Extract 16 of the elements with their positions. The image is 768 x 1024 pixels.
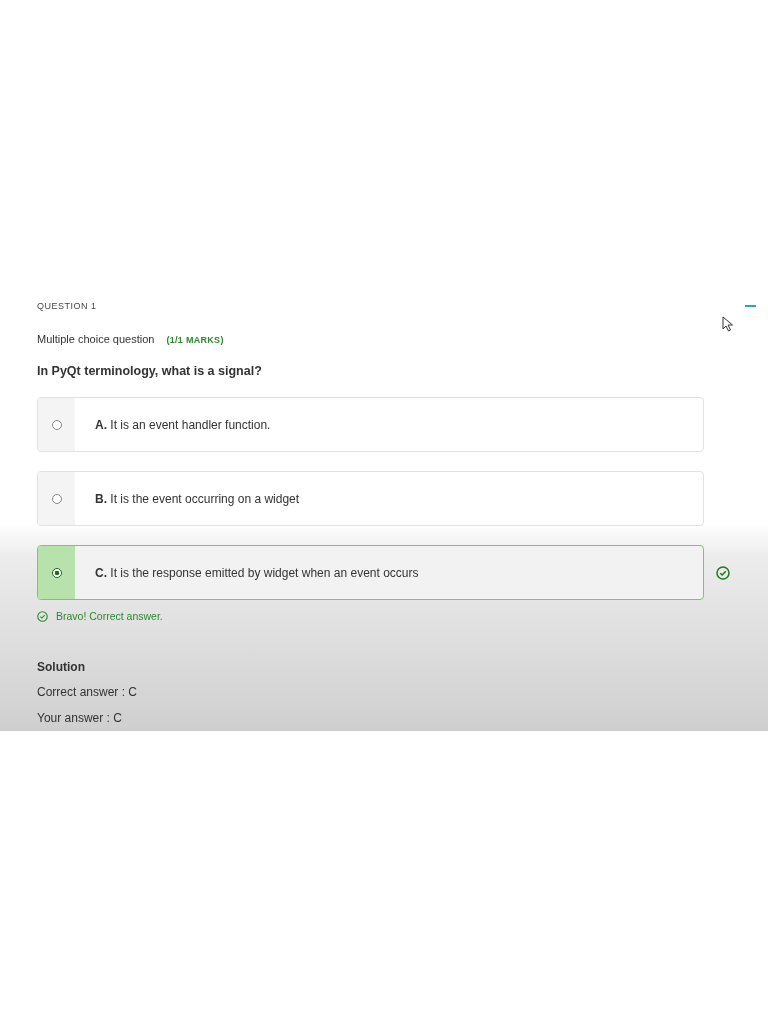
- radio-button[interactable]: [51, 419, 62, 430]
- radio-button[interactable]: [51, 567, 62, 578]
- correct-answer-text: Correct answer : C: [37, 685, 139, 699]
- feedback-message: Bravo! Correct answer.: [56, 610, 163, 622]
- mouse-cursor-icon: [722, 316, 734, 332]
- marks-label: (1/1 MARKS): [166, 335, 224, 345]
- answer-option[interactable]: C. It is the response emitted by widget when an event occurs: [37, 545, 704, 600]
- solution-heading: Solution: [37, 660, 86, 674]
- radio-button[interactable]: [51, 493, 62, 504]
- question-text: In PyQt terminology, what is a signal?: [37, 364, 263, 378]
- question-number: QUESTION 1: [37, 301, 97, 311]
- question-type: Multiple choice question: [37, 333, 155, 345]
- your-answer-text: Your answer : C: [37, 711, 123, 725]
- answer-option[interactable]: B. It is the event occurring on a widget: [37, 471, 704, 526]
- answer-option[interactable]: A. It is an event handler function.: [37, 397, 704, 452]
- check-circle-icon: [37, 610, 48, 622]
